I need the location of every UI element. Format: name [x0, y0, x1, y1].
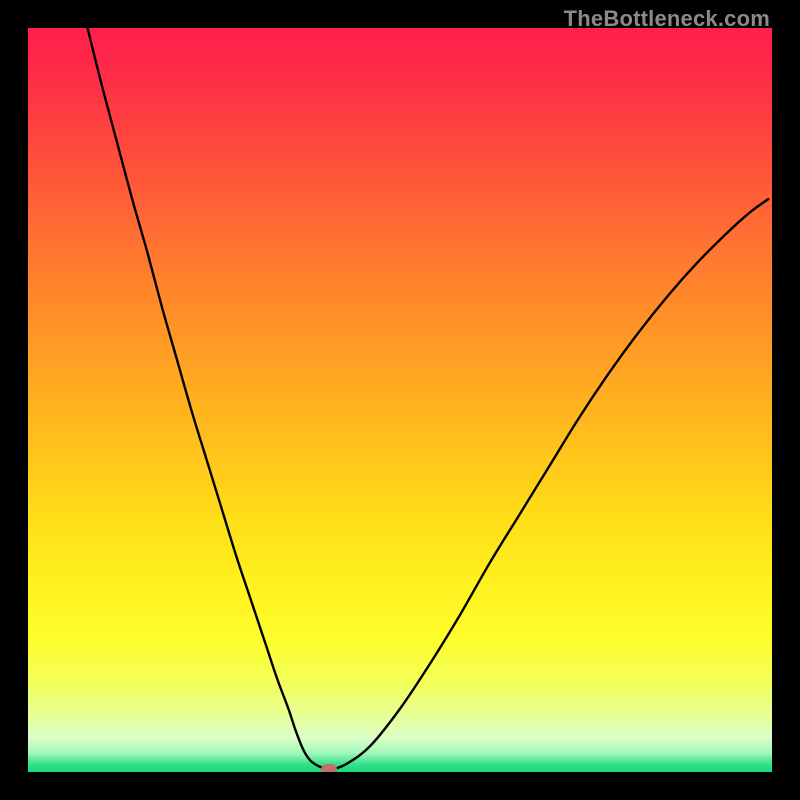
- plot-area: [28, 28, 772, 772]
- optimal-marker: [321, 764, 337, 772]
- chart-frame: TheBottleneck.com: [0, 0, 800, 800]
- watermark-text: TheBottleneck.com: [564, 6, 770, 32]
- bottleneck-curve: [28, 28, 772, 772]
